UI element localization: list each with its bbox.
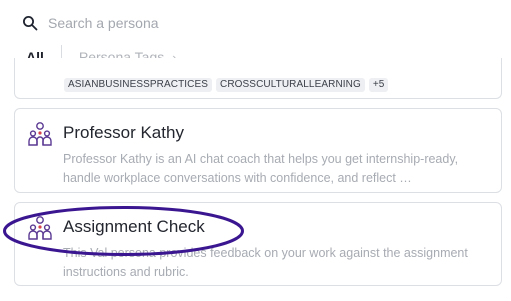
persona-description: Professor Kathy is an AI chat coach that… bbox=[63, 152, 459, 185]
persona-card-partial[interactable]: ASIANBUSINESSPRACTICES CROSSCULTURALLEAR… bbox=[14, 58, 502, 99]
persona-description: This Val persona provides feedback on yo… bbox=[63, 246, 468, 279]
persona-title: Professor Kathy bbox=[63, 123, 184, 142]
persona-group-icon bbox=[28, 216, 52, 240]
tag-chip: CROSSCULTURALLEARNING bbox=[216, 78, 365, 92]
tag-list: ASIANBUSINESSPRACTICES CROSSCULTURALLEAR… bbox=[64, 78, 389, 92]
persona-group-icon bbox=[28, 122, 52, 146]
persona-card-assignment-check[interactable]: Assignment Check This Val persona provid… bbox=[14, 202, 502, 286]
persona-card-professor-kathy[interactable]: Professor Kathy Professor Kathy is an AI… bbox=[14, 108, 502, 193]
search-input[interactable]: Search a persona bbox=[48, 15, 159, 31]
persona-title: Assignment Check bbox=[63, 217, 205, 236]
tag-more-count: +5 bbox=[368, 78, 389, 92]
search-icon bbox=[23, 16, 38, 31]
search-bar[interactable]: Search a persona bbox=[22, 10, 492, 36]
tag-chip: ASIANBUSINESSPRACTICES bbox=[64, 78, 213, 92]
